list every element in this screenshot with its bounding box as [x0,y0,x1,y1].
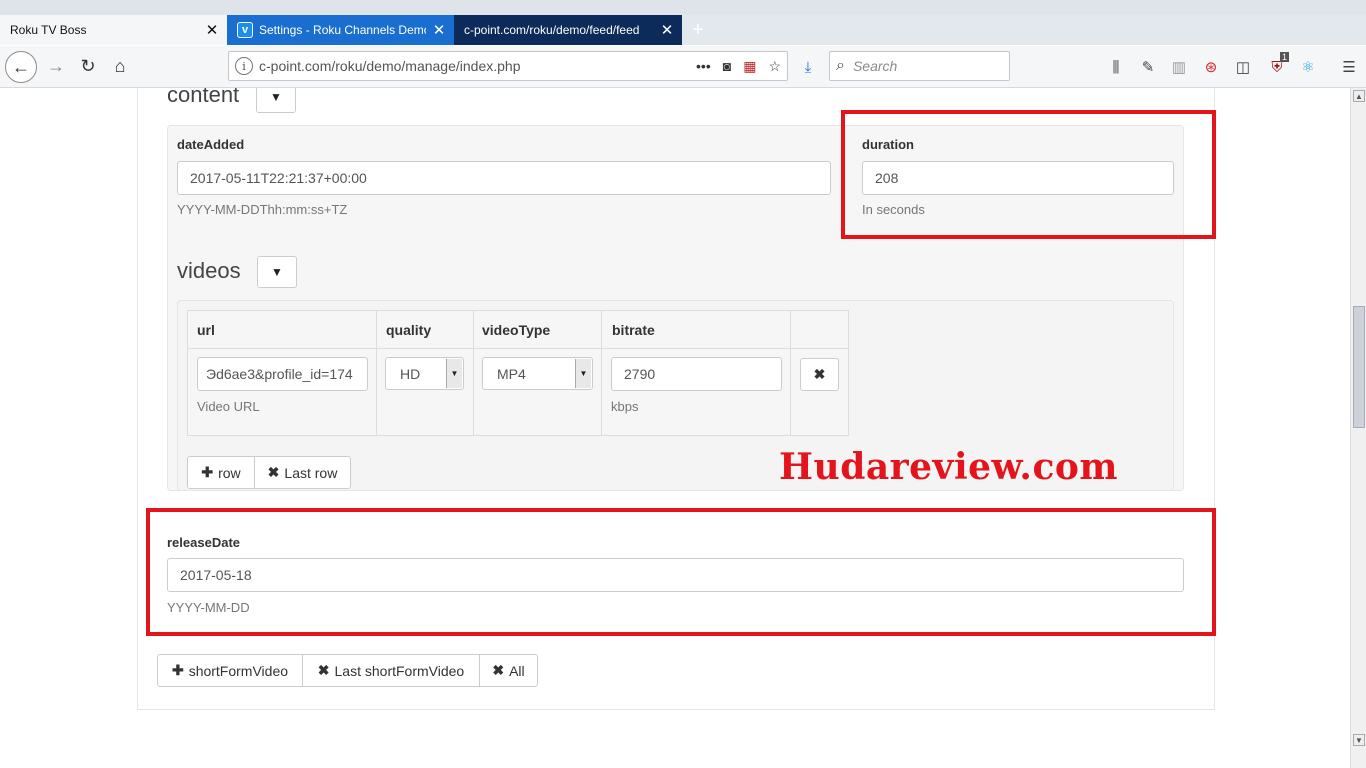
close-tab-icon[interactable]: ✕ [660,21,674,39]
dropdown-arrow-icon: ▼ [575,359,591,388]
bitrate-column-header: bitrate [612,322,655,338]
close-icon: ✖ [267,464,280,480]
tab-title: Settings - Roku Channels Demo [259,23,426,37]
dropdown-arrow-icon: ▼ [446,359,462,388]
remove-all-shortformvideo-button[interactable]: ✖ All [479,654,538,687]
videotype-column-header: videoType [482,322,551,338]
chevron-down-icon: ▼ [271,265,283,279]
download-icon[interactable]: ⤓ [797,56,819,78]
chevron-down-icon: ▼ [270,90,282,104]
search-placeholder: Search [852,58,898,74]
scroll-down-icon[interactable]: ▼ [1353,734,1365,746]
add-row-label: row [218,464,241,481]
reload-icon[interactable]: ↻ [76,54,100,78]
add-row-button[interactable]: ✚ row [187,456,255,489]
quality-value: HD [400,365,421,382]
content-section-title: content [167,88,240,107]
remove-all-label: All [509,662,525,679]
pocket-icon[interactable]: ◙ [723,58,731,74]
tab-settings[interactable]: v Settings - Roku Channels Demo ✕ [227,15,454,45]
scrollbar-thumb[interactable] [1353,306,1365,428]
scroll-up-icon[interactable]: ▲ [1353,90,1365,102]
remove-video-row-button[interactable]: ✖ [800,358,839,391]
videos-section-title: videos [177,258,241,283]
remove-last-row-label: Last row [284,464,338,481]
sidebar-icon[interactable]: ◫ [1232,56,1254,78]
add-shortformvideo-label: shortFormVideo [188,662,289,679]
quality-select[interactable]: HD ▼ [385,357,464,390]
plus-icon: ✚ [201,464,214,480]
us-flag-icon[interactable]: ▦ [743,58,756,75]
pinterest-icon[interactable]: ⊛ [1200,56,1222,78]
reader-icon[interactable]: ▥ [1168,56,1190,78]
back-icon[interactable]: ← [5,51,37,83]
remove-last-shortformvideo-label: Last shortFormVideo [334,662,465,679]
page-content: content ▼ dateAdded 2017-05-11T22:21:37+… [0,88,1350,768]
menu-icon[interactable]: ☰ [1338,56,1360,78]
remove-last-shortformvideo-button[interactable]: ✖ Last shortFormVideo [302,654,480,687]
duration-highlight-box [841,110,1216,239]
plus-icon: ✚ [171,662,184,678]
add-shortformvideo-button[interactable]: ✚ shortFormVideo [157,654,303,687]
remove-last-row-button[interactable]: ✖ Last row [254,456,351,489]
quality-column-header: quality [386,322,432,338]
dateadded-label: dateAdded [177,137,245,152]
watermark-text: Hudareview.com [779,446,1118,488]
video-url-help: Video URL [197,399,260,414]
vimeo-favicon-icon: v [237,22,253,38]
video-url-input[interactable]: Эd6ae3&profile_id=174 [197,357,368,391]
site-info-icon[interactable]: i [235,57,253,75]
forward-icon[interactable]: → [44,54,68,78]
url-text: c-point.com/roku/demo/manage/index.php [259,58,521,74]
search-bar[interactable]: ⌕ Search [829,51,1010,81]
close-icon: ✖ [492,662,505,678]
videotype-value: MP4 [497,365,526,382]
dateadded-input[interactable]: 2017-05-11T22:21:37+00:00 [177,161,831,195]
tab-feed[interactable]: c-point.com/roku/demo/feed/feed ✕ [454,15,682,45]
pencil-icon[interactable]: ✎ [1137,56,1159,78]
bitrate-help: kbps [611,399,639,414]
bookmark-star-icon[interactable]: ☆ [768,58,781,75]
navigation-toolbar: ← → ↻ ⌂ i c-point.com/roku/demo/manage/i… [0,46,1366,88]
search-icon: ⌕ [836,57,845,74]
url-bar[interactable]: i c-point.com/roku/demo/manage/index.php… [228,51,788,81]
close-icon: ✖ [317,662,330,678]
releasedate-highlight-box [146,508,1216,636]
url-column-header: url [197,322,215,338]
tab-title: Roku TV Boss [10,23,87,37]
new-tab-icon[interactable]: + [686,15,710,45]
close-tab-icon[interactable]: ✕ [432,21,446,39]
library-icon[interactable]: ⫼ [1105,56,1127,78]
tab-roku-tv-boss[interactable]: Roku TV Boss ✕ [0,15,227,45]
videos-toggle-button[interactable]: ▼ [257,256,297,288]
close-tab-icon[interactable]: ✕ [205,21,219,39]
tab-strip: Roku TV Boss ✕ v Settings - Roku Channel… [0,0,1366,45]
content-toggle-button[interactable]: ▼ [256,88,296,113]
tab-title: c-point.com/roku/demo/feed/feed [464,23,640,37]
dateadded-help: YYYY-MM-DDThh:mm:ss+TZ [177,202,348,217]
close-icon: ✖ [813,366,826,382]
home-icon[interactable]: ⌂ [108,54,132,78]
page-actions-icon[interactable]: ••• [696,58,711,74]
bitrate-input[interactable]: 2790 [611,357,782,391]
vertical-scrollbar[interactable]: ▲ ▼ [1350,88,1366,768]
react-devtools-icon[interactable]: ⚛ [1297,56,1319,78]
table-header-divider [188,348,848,349]
videotype-select[interactable]: MP4 ▼ [482,357,593,390]
notification-badge: 1 [1280,52,1290,62]
